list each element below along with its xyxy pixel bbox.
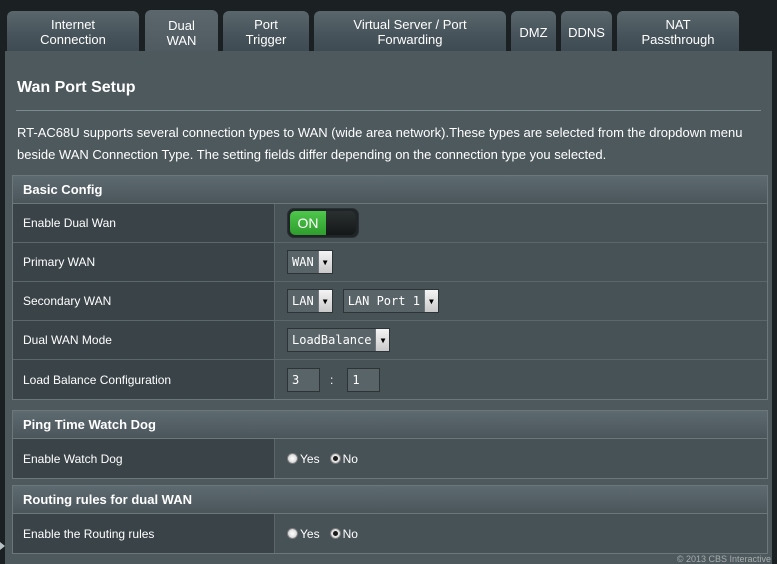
load-balance-ratio-a-input[interactable]: 3 [287,367,320,392]
toggle-knob [326,211,356,235]
tab-port-trigger[interactable]: Port Trigger [223,11,309,52]
copyright-watermark: © 2013 CBS Interactive [676,554,771,564]
load-balance-row: Load Balance Configuration 3 : 1 [13,360,767,399]
row-value: Yes No [275,514,767,553]
tab-nat-passthrough[interactable]: NAT Passthrough [617,11,739,52]
enable-watchdog-row: Enable Watch Dog Yes No [13,439,767,478]
dual-wan-mode-row: Dual WAN Mode LoadBalance ▼ [13,321,767,360]
tab-label-line1: NAT [665,17,691,32]
radio-label-yes: Yes [300,526,320,541]
chevron-down-icon: ▼ [375,329,390,351]
row-value: LAN ▼ LAN Port 1 ▼ [275,282,767,320]
select-value: WAN [292,255,314,269]
routing-yes-radio[interactable] [287,528,298,539]
basic-config-section: Basic Config Enable Dual Wan ON Primary … [12,175,768,400]
tab-internet-connection[interactable]: Internet Connection [7,11,139,52]
section-header: Routing rules for dual WAN [13,486,767,514]
radio-label-no: No [342,526,358,541]
chevron-down-icon: ▼ [317,290,332,312]
tab-label-line2: WAN [166,32,197,48]
row-label: Load Balance Configuration [13,360,275,399]
row-label: Dual WAN Mode [13,321,275,359]
watchdog-no-radio[interactable] [329,453,341,464]
row-value: LoadBalance ▼ [275,321,767,359]
select-value: LAN [292,294,314,308]
section-header: Basic Config [13,176,767,204]
row-value: Yes No [275,439,767,478]
select-value: LAN Port 1 [347,294,420,308]
chevron-down-icon: ▼ [423,290,438,312]
row-value: 3 : 1 [275,360,767,399]
routing-radio-group: Yes No [287,527,368,541]
radio-label-yes: Yes [300,451,320,466]
page-description: RT-AC68U supports several connection typ… [17,125,743,162]
tab-label-line1: DMZ [519,24,548,40]
load-balance-ratio-b-input[interactable]: 1 [347,367,381,392]
section-header: Ping Time Watch Dog [13,411,767,439]
ratio-separator: : [330,372,334,387]
scroll-left-arrow-icon [0,542,5,550]
tab-label-line1: Virtual Server / Port [353,17,467,32]
chevron-down-icon: ▼ [317,251,332,273]
routing-no-radio[interactable] [329,528,341,539]
tab-dmz[interactable]: DMZ [511,11,556,52]
tab-label-line1: Port [254,17,278,32]
title-divider [16,110,761,111]
toggle-on-label: ON [290,211,326,235]
secondary-wan-row: Secondary WAN LAN ▼ LAN Port 1 ▼ [13,282,767,321]
row-label: Primary WAN [13,243,275,281]
enable-dual-wan-row: Enable Dual Wan ON [13,204,767,243]
tab-label-line2: Connection [40,32,106,47]
tab-label-line1: Dual [168,17,195,33]
primary-wan-row: Primary WAN WAN ▼ [13,243,767,282]
select-value: LoadBalance [292,333,372,347]
tab-label-line1: DDNS [568,24,605,40]
tab-dual-wan[interactable]: Dual WAN [145,10,218,54]
row-label: Enable Watch Dog [13,439,275,478]
tab-label-line1: Internet [50,17,96,32]
row-value: WAN ▼ [275,243,767,281]
tab-ddns[interactable]: DDNS [561,11,612,52]
secondary-wan-port-select[interactable]: LAN Port 1 ▼ [342,289,439,313]
enable-routing-rules-row: Enable the Routing rules Yes No [13,514,767,553]
tab-label-line2: Passthrough [641,32,715,47]
radio-label-no: No [342,451,358,466]
row-label: Enable Dual Wan [13,204,275,242]
row-value: ON [275,204,767,242]
secondary-wan-select[interactable]: LAN ▼ [287,289,333,313]
tab-label-line2: Forwarding [377,32,443,47]
watchdog-yes-radio[interactable] [287,453,298,464]
routing-rules-section: Routing rules for dual WAN Enable the Ro… [12,485,768,554]
dual-wan-mode-select[interactable]: LoadBalance ▼ [287,328,391,352]
ping-watchdog-section: Ping Time Watch Dog Enable Watch Dog Yes… [12,410,768,479]
main-panel: Wan Port Setup RT-AC68U supports several… [5,51,772,564]
tab-bar: Internet Connection Dual WAN Port Trigger V… [0,0,777,54]
row-label: Secondary WAN [13,282,275,320]
primary-wan-select[interactable]: WAN ▼ [287,250,333,274]
page-title: Wan Port Setup [17,79,136,96]
tab-label-line2: Trigger [245,32,287,47]
row-label: Enable the Routing rules [13,514,275,553]
tab-virtual-server[interactable]: Virtual Server / Port Forwarding [314,11,506,52]
dual-wan-toggle[interactable]: ON [287,208,359,238]
watchdog-radio-group: Yes No [287,452,368,466]
